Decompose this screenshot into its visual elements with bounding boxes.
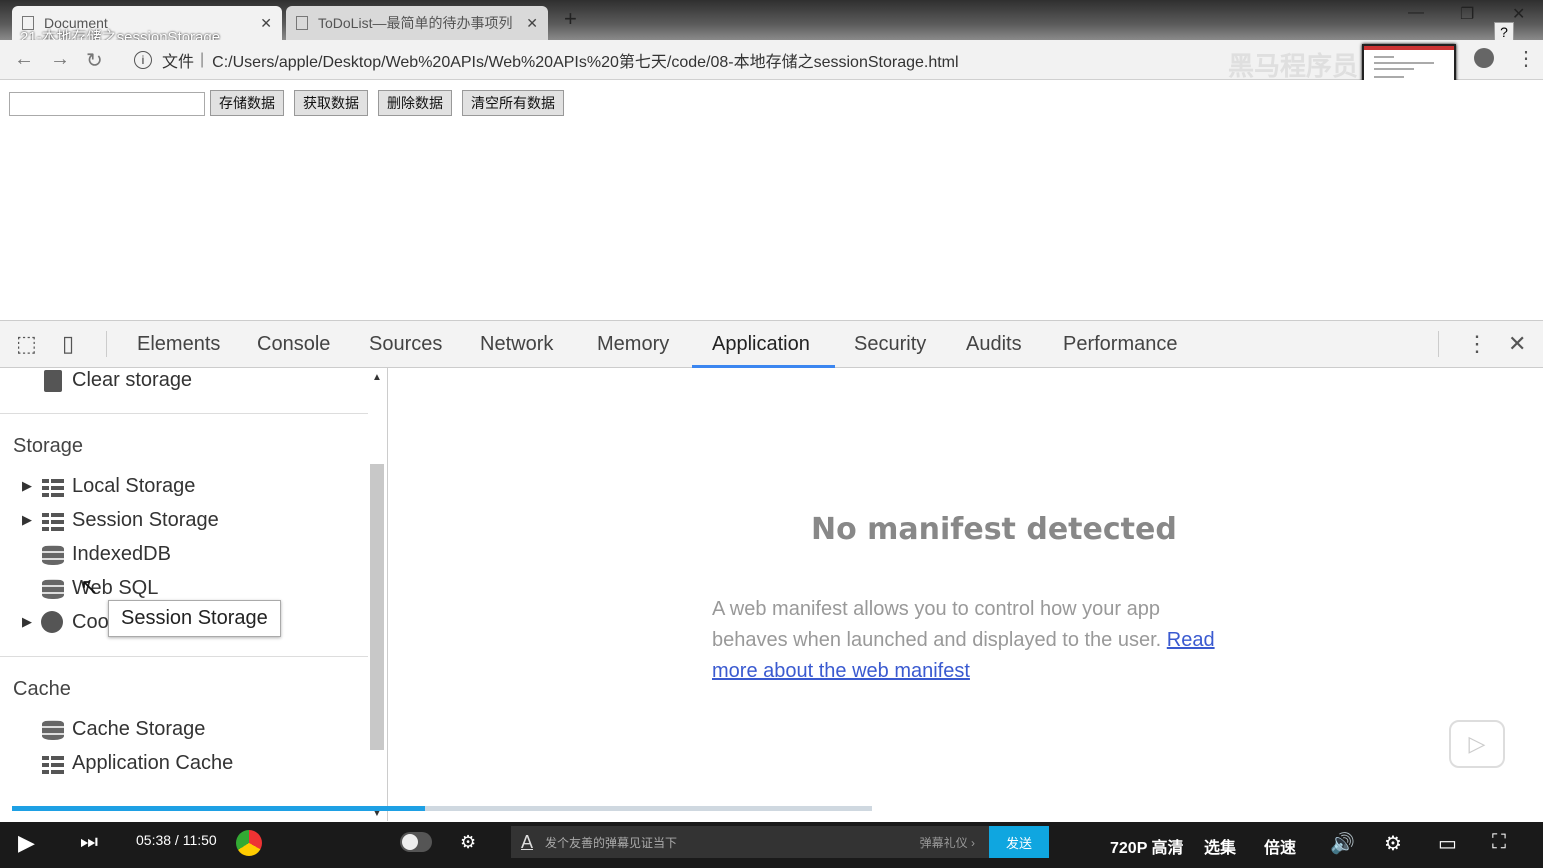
devtools-menu-icon[interactable]: ⋮: [1466, 331, 1488, 357]
divider: [106, 331, 107, 357]
danmu-etiquette-link[interactable]: 弹幕礼仪 ›: [920, 834, 975, 851]
play-icon[interactable]: ▶: [18, 830, 35, 856]
divider: |: [200, 51, 205, 68]
sidebar-scrollbar[interactable]: [370, 464, 384, 750]
tab-console[interactable]: Console: [257, 333, 330, 356]
tab-memory[interactable]: Memory: [597, 333, 669, 356]
url-text: C:/Users/apple/Desktop/Web%20APIs/Web%20…: [212, 54, 959, 71]
new-tab-button[interactable]: +: [564, 6, 577, 32]
danmu-style-icon[interactable]: A: [521, 832, 533, 853]
browser-menu-icon[interactable]: ⋮: [1516, 46, 1536, 71]
back-icon[interactable]: ←: [14, 48, 34, 71]
device-toolbar-icon[interactable]: ▯: [62, 331, 74, 357]
store-data-button[interactable]: 存储数据: [210, 90, 284, 116]
manifest-pane: No manifest detected A web manifest allo…: [389, 368, 1543, 821]
page-content: 存储数据 获取数据 删除数据 清空所有数据: [0, 80, 1543, 320]
next-icon[interactable]: ⏭: [80, 831, 98, 854]
database-icon: [42, 579, 64, 599]
trash-icon: [44, 370, 62, 392]
no-manifest-heading: No manifest detected: [811, 512, 1177, 547]
table-icon: [42, 477, 64, 497]
tooltip: Session Storage: [108, 600, 281, 637]
fullscreen-icon[interactable]: ⛶: [1492, 831, 1506, 854]
divider: [0, 656, 368, 657]
devtools-close-icon[interactable]: ✕: [1508, 331, 1526, 357]
storage-header: Storage: [13, 435, 84, 457]
floating-play-icon[interactable]: ▷: [1449, 720, 1505, 768]
sidebar-item-indexeddb[interactable]: IndexedDB: [72, 543, 171, 566]
database-icon: [42, 545, 64, 565]
expand-arrow-icon[interactable]: ▶: [22, 512, 32, 528]
divider: [0, 413, 368, 414]
mouse-cursor-icon: ↖: [80, 574, 99, 599]
player-control-bar: ▶ ⏭ 05:38 / 11:50 ⚙ A 发个友善的弹幕见证当下 弹幕礼仪 ›…: [0, 822, 1543, 868]
danmu-toggle[interactable]: [400, 832, 432, 852]
profile-icon[interactable]: [1474, 48, 1494, 68]
watermark-logo: 黑马程序员: [1228, 51, 1359, 81]
danmu-placeholder: 发个友善的弹幕见证当下: [545, 835, 678, 850]
volume-icon[interactable]: 🔊: [1330, 831, 1355, 856]
minimize-icon[interactable]: —: [1408, 4, 1424, 22]
picture-in-picture-icon[interactable]: ▭: [1438, 831, 1457, 856]
video-progress-fill: [12, 806, 425, 811]
inspect-element-icon[interactable]: ⬚: [16, 331, 37, 357]
table-icon: [42, 754, 64, 774]
cookie-icon: [41, 611, 63, 633]
database-icon: [42, 720, 64, 740]
restore-icon[interactable]: ❐: [1460, 4, 1474, 24]
sidebar-item-session-storage[interactable]: Session Storage: [72, 509, 219, 532]
application-sidebar: ▲ Clear storage Storage ▶ Local Storage …: [0, 368, 388, 821]
browser-tab-todolist[interactable]: ToDoList—最简单的待办事项列 ✕: [286, 6, 548, 40]
clear-all-button[interactable]: 清空所有数据: [462, 90, 564, 116]
total-time: 11:50: [182, 832, 217, 848]
tab-elements[interactable]: Elements: [137, 333, 220, 356]
close-tab-icon[interactable]: ✕: [526, 15, 538, 32]
forward-icon[interactable]: →: [50, 48, 70, 71]
address-bar[interactable]: i 文件 | C:/Users/apple/Desktop/Web%20APIs…: [124, 44, 1354, 76]
clear-storage-item[interactable]: Clear storage: [72, 369, 192, 392]
page-icon: [296, 16, 308, 30]
window-close-icon[interactable]: ✕: [1512, 4, 1525, 24]
devtools-panel: ⬚ ▯ Elements Console Sources Network Mem…: [0, 320, 1543, 821]
info-icon[interactable]: i: [134, 51, 152, 69]
send-button[interactable]: 发送: [989, 826, 1049, 858]
close-tab-icon[interactable]: ✕: [260, 15, 272, 32]
danmu-input[interactable]: A 发个友善的弹幕见证当下 弹幕礼仪 ›: [511, 826, 989, 858]
devtools-tabbar: ⬚ ▯ Elements Console Sources Network Mem…: [0, 321, 1543, 368]
tab-title: ToDoList—最简单的待办事项列: [318, 15, 513, 31]
scheme-label: 文件: [162, 54, 195, 71]
tab-network[interactable]: Network: [480, 333, 553, 356]
sidebar-item-cache-storage[interactable]: Cache Storage: [72, 718, 205, 741]
cache-header: Cache: [13, 678, 71, 700]
tab-application[interactable]: Application: [712, 333, 810, 356]
current-time: 05:38: [136, 832, 172, 848]
chrome-taskbar-icon: [236, 830, 262, 856]
tab-performance[interactable]: Performance: [1063, 333, 1178, 356]
tab-sources[interactable]: Sources: [369, 333, 442, 356]
sidebar-item-application-cache[interactable]: Application Cache: [72, 752, 233, 775]
screen: Document ✕ ToDoList—最简单的待办事项列 ✕ + — ❐ ✕ …: [0, 0, 1543, 868]
tab-security[interactable]: Security: [854, 333, 926, 356]
browser-tabstrip: Document ✕ ToDoList—最简单的待办事项列 ✕ + — ❐ ✕: [0, 0, 1543, 40]
data-input[interactable]: [9, 92, 205, 116]
expand-arrow-icon[interactable]: ▶: [22, 614, 32, 630]
tab-audits[interactable]: Audits: [966, 333, 1022, 356]
time-display: 05:38 / 11:50: [136, 832, 217, 848]
quality-button[interactable]: 720P 高清: [1110, 834, 1184, 858]
delete-data-button[interactable]: 删除数据: [378, 90, 452, 116]
help-icon[interactable]: ?: [1494, 22, 1514, 42]
danmu-settings-icon[interactable]: ⚙: [460, 832, 476, 853]
scroll-up-icon[interactable]: ▲: [372, 372, 382, 383]
divider: [1438, 331, 1439, 357]
reload-icon[interactable]: ↻: [86, 48, 103, 73]
manifest-description-text: A web manifest allows you to control how…: [712, 598, 1162, 651]
expand-arrow-icon[interactable]: ▶: [22, 478, 32, 494]
settings-icon[interactable]: ⚙: [1384, 831, 1402, 856]
speed-button[interactable]: 倍速: [1264, 834, 1296, 858]
get-data-button[interactable]: 获取数据: [294, 90, 368, 116]
sidebar-item-local-storage[interactable]: Local Storage: [72, 475, 195, 498]
episodes-button[interactable]: 选集: [1204, 834, 1236, 858]
table-icon: [42, 511, 64, 531]
manifest-description: A web manifest allows you to control how…: [712, 594, 1232, 687]
